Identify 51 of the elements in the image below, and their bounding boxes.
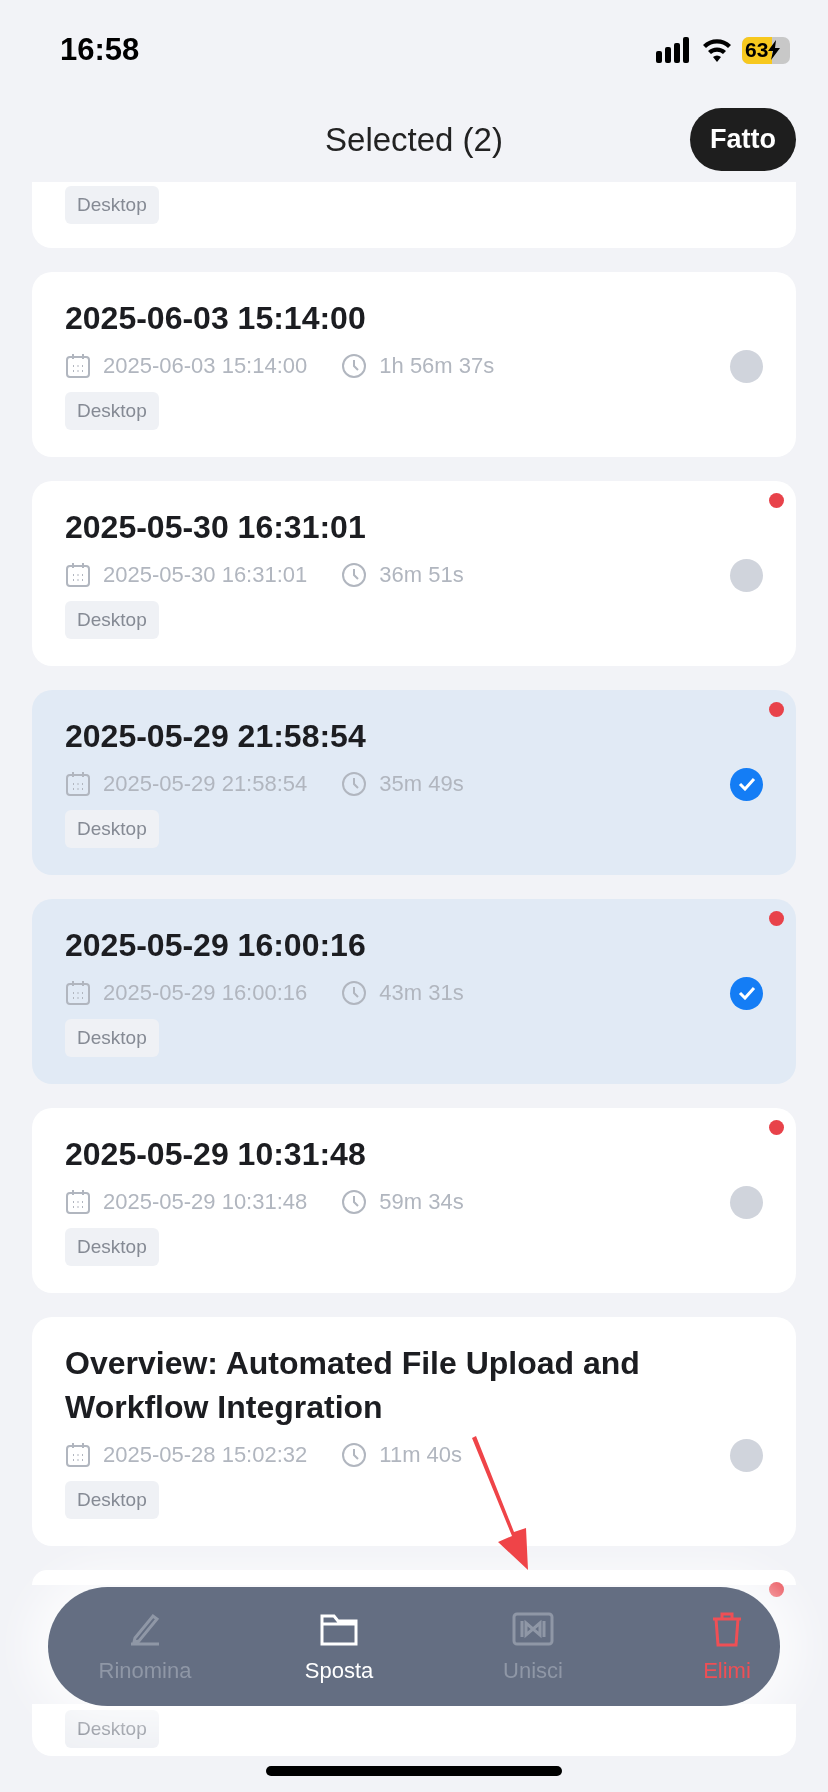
recording-duration: 36m 51s (379, 562, 464, 588)
recording-duration: 1h 56m 37s (379, 353, 495, 379)
device-tag: Desktop (65, 392, 159, 430)
unchecked-circle[interactable] (730, 1185, 763, 1219)
recording-duration: 59m 34s (379, 1189, 464, 1215)
unchecked-circle[interactable] (730, 1438, 763, 1472)
checked-circle[interactable] (730, 767, 763, 801)
recording-title: Overview: Automated File Upload and Workflow Integration (65, 1344, 641, 1427)
device-tag: Desktop (65, 1481, 159, 1519)
signal-icon (656, 37, 692, 63)
checked-circle[interactable] (730, 976, 763, 1010)
recording-date: 2025-06-03 15:14:00 (103, 353, 308, 379)
recording-date: 2025-05-30 16:31:01 (103, 562, 308, 588)
recording-card[interactable]: 2025-05-30 16:31:01 2025-05-30 16:31:01 36m 51s Desktop (32, 481, 796, 666)
device-tag: Desktop (65, 186, 159, 224)
device-tag: Desktop (65, 601, 159, 639)
calendar-icon (65, 771, 91, 797)
device-tag: Desktop (65, 1019, 159, 1057)
device-tag: Desktop (65, 810, 159, 848)
recording-title: 2025-06-03 15:14:00 (65, 299, 367, 338)
recording-date: 2025-05-29 10:31:48 (103, 1189, 308, 1215)
move-action[interactable]: Sposta (242, 1609, 436, 1684)
header-title: Selected (2) (325, 120, 503, 159)
clock-icon (341, 353, 368, 379)
recording-title: 2025-05-29 10:31:48 (65, 1135, 367, 1174)
recording-title: 2025-05-29 21:58:54 (65, 717, 367, 756)
device-tag: Desktop (65, 1228, 159, 1266)
wifi-icon (702, 38, 732, 62)
done-button[interactable]: Fatto (690, 108, 796, 171)
recording-card[interactable]: 2025-06-03 15:14:00 2025-06-03 15:14:00 1h 56m 37s Desktop (32, 272, 796, 457)
recording-duration: 11m 40s (379, 1442, 463, 1468)
recording-title: 2025-05-29 16:00:16 (65, 926, 367, 965)
recording-date: 2025-05-28 15:02:32 (103, 1442, 308, 1468)
clock-icon (341, 1189, 368, 1215)
recording-title: 2025-05-30 16:31:01 (65, 508, 367, 547)
recording-card[interactable]: Overview: Automated File Upload and Workflow Integration 2025-05-28 15:02:32 11m 40s Desktop (32, 1317, 796, 1546)
device-tag: Desktop (65, 1710, 159, 1748)
calendar-icon (65, 980, 91, 1006)
calendar-icon (65, 353, 91, 379)
unchecked-circle[interactable] (730, 349, 763, 383)
clock-icon (341, 562, 368, 588)
unchecked-circle[interactable] (730, 558, 763, 592)
clock-icon (341, 771, 368, 797)
clock-icon (341, 1442, 368, 1468)
calendar-icon (65, 562, 91, 588)
calendar-icon (65, 1442, 91, 1468)
recording-card[interactable]: 2025-05-29 10:31:48 2025-05-29 10:31:48 59m 34s Desktop (32, 1108, 796, 1293)
status-time: 16:58 (60, 32, 140, 68)
clock-icon (341, 980, 368, 1006)
calendar-icon (65, 1189, 91, 1215)
battery-icon: 63 (742, 36, 790, 64)
